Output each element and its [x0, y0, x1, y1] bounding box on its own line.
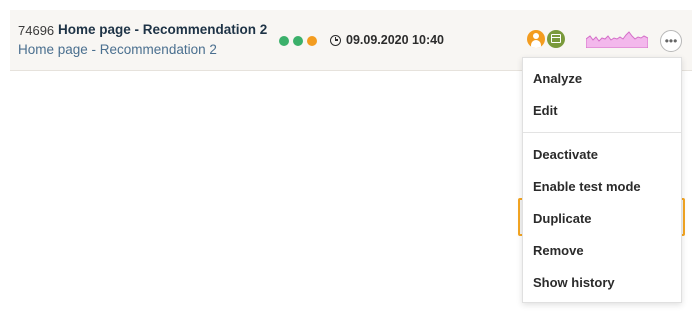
actions-dropdown-menu: Analyze Edit Deactivate Enable test mode…: [522, 57, 682, 303]
row-date: 09.09.2020 10:40: [330, 33, 444, 47]
menu-item-enable-test-mode[interactable]: Enable test mode: [523, 171, 681, 201]
row-id: 74696: [18, 23, 55, 38]
menu-divider: [523, 132, 681, 133]
date-text: 09.09.2020 10:40: [346, 33, 445, 47]
row-title[interactable]: Home page - Recommendation 2: [58, 22, 267, 37]
menu-item-edit[interactable]: Edit: [523, 95, 681, 125]
more-options-button[interactable]: •••: [660, 30, 682, 52]
menu-item-show-history[interactable]: Show history: [523, 267, 681, 297]
menu-item-remove[interactable]: Remove: [523, 235, 681, 265]
menu-item-analyze[interactable]: Analyze: [523, 63, 681, 93]
screen-icon[interactable]: [547, 30, 565, 48]
sparkline-chart: [586, 31, 648, 48]
status-dots: [279, 36, 317, 46]
more-options-icon: •••: [664, 34, 678, 48]
menu-item-deactivate[interactable]: Deactivate: [523, 139, 681, 169]
sparkline-area: [586, 31, 648, 48]
status-dot-2: [293, 36, 303, 46]
status-dot-1: [279, 36, 289, 46]
menu-item-duplicate[interactable]: Duplicate: [523, 203, 681, 233]
status-dot-3: [307, 36, 317, 46]
row-subtitle-link[interactable]: Home page - Recommendation 2: [18, 42, 217, 57]
person-icon[interactable]: [527, 30, 545, 48]
clock-icon: [330, 34, 341, 46]
